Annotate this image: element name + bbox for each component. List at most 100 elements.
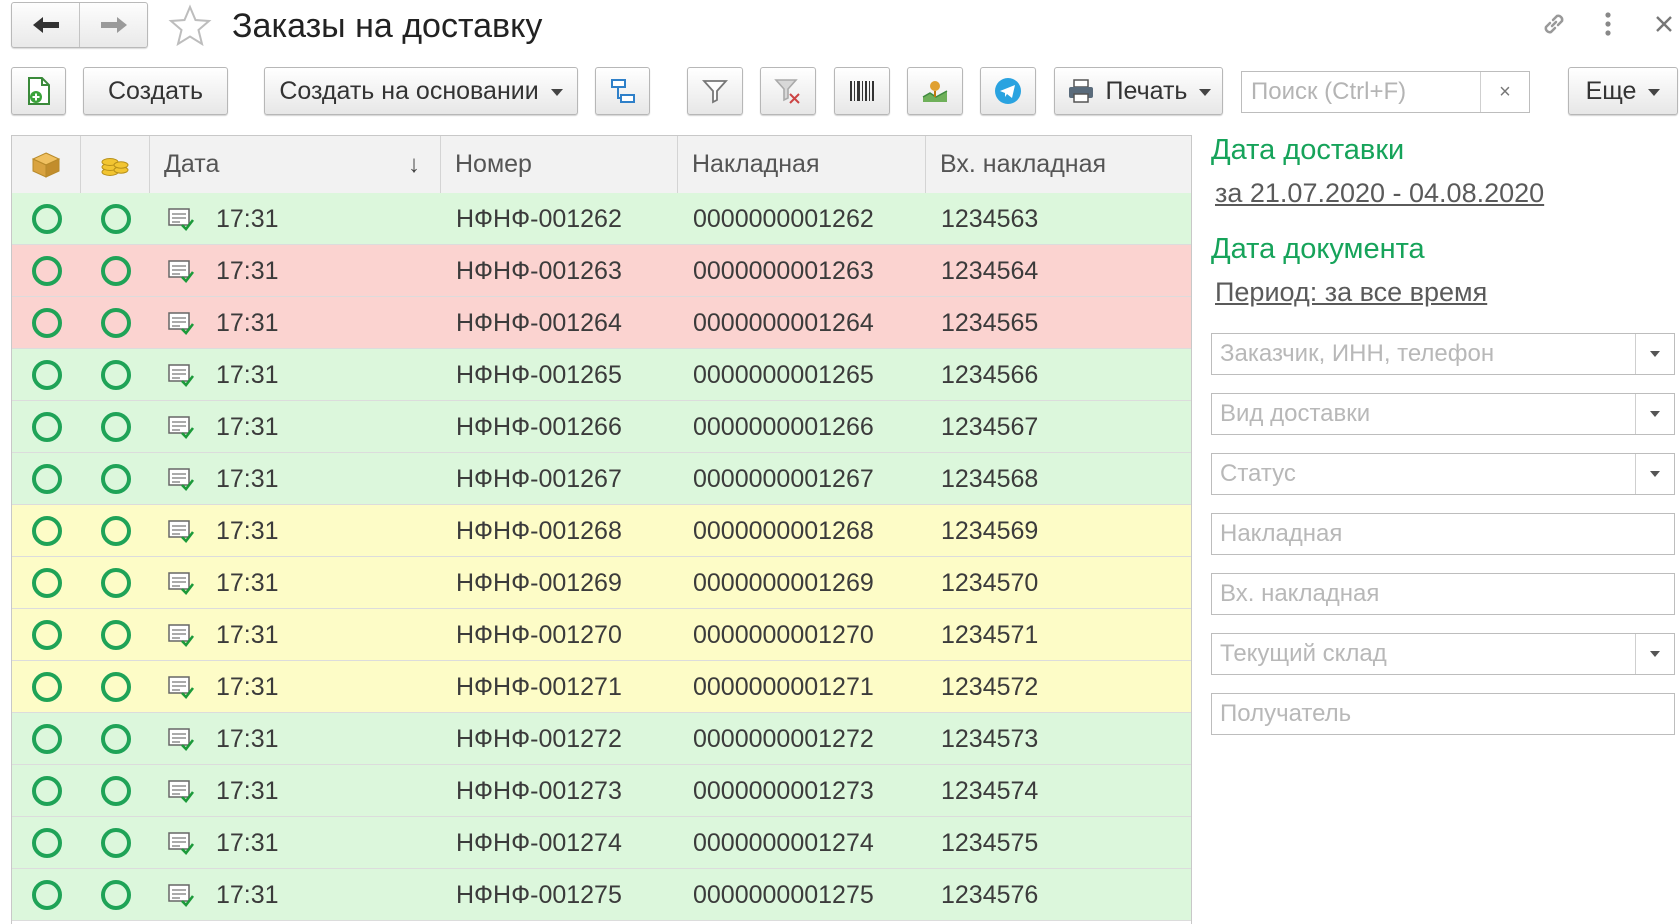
cell-number: НФНФ-001268 — [456, 516, 622, 545]
customer-filter-input[interactable] — [1212, 339, 1612, 369]
cell-invoice: 0000000001263 — [693, 256, 874, 285]
more-label: Еще — [1585, 76, 1637, 105]
posted-document-icon — [166, 297, 196, 349]
search-clear-button[interactable]: × — [1480, 72, 1529, 112]
table-row[interactable]: 17:31 НФНФ-001274 0000000001274 1234575 — [12, 817, 1191, 869]
column-header-date-label: Дата — [164, 150, 220, 178]
box-icon — [31, 151, 61, 178]
table-row[interactable]: 17:31 НФНФ-001268 0000000001268 1234569 — [12, 505, 1191, 557]
payment-status-icon — [101, 193, 131, 245]
table-row[interactable]: 17:31 НФНФ-001262 0000000001262 1234563 — [12, 193, 1191, 245]
filter-clear-icon — [774, 79, 800, 104]
warehouse-filter-input[interactable] — [1212, 639, 1612, 669]
cell-in-invoice: 1234570 — [941, 568, 1039, 597]
back-button[interactable] — [12, 3, 79, 47]
cell-number: НФНФ-001272 — [456, 724, 622, 753]
status-filter-field[interactable] — [1211, 453, 1675, 495]
chevron-down-icon — [1650, 651, 1660, 657]
cell-invoice: 0000000001262 — [693, 204, 874, 233]
table-row[interactable]: 17:31 НФНФ-001269 0000000001269 1234570 — [12, 557, 1191, 609]
table-row[interactable]: 17:31 НФНФ-001270 0000000001270 1234571 — [12, 609, 1191, 661]
table-row[interactable]: 17:31 НФНФ-001264 0000000001264 1234565 — [12, 297, 1191, 349]
cell-in-invoice: 1234575 — [941, 828, 1039, 857]
delivery-date-period-link[interactable]: за 21.07.2020 - 04.08.2020 — [1215, 178, 1544, 209]
favorite-star-icon[interactable] — [168, 4, 212, 48]
invoice-filter-field[interactable] — [1211, 513, 1675, 555]
posted-document-icon — [166, 505, 196, 557]
more-button[interactable]: Еще — [1568, 67, 1678, 115]
link-icon[interactable] — [1536, 6, 1572, 42]
create-button[interactable]: Создать — [83, 67, 228, 115]
payment-status-icon — [101, 349, 131, 401]
forward-button[interactable] — [79, 3, 147, 47]
cell-in-invoice: 1234572 — [941, 672, 1039, 701]
column-header-invoice[interactable]: Накладная — [678, 136, 926, 193]
status-dropdown-button[interactable] — [1635, 454, 1674, 494]
coins-icon — [101, 157, 129, 176]
package-status-icon — [32, 869, 62, 921]
cell-time: 17:31 — [216, 828, 279, 857]
column-header-number[interactable]: Номер — [441, 136, 678, 193]
telegram-button[interactable] — [980, 67, 1036, 115]
package-status-icon — [32, 765, 62, 817]
cell-time: 17:31 — [216, 724, 279, 753]
payment-status-icon — [101, 297, 131, 349]
package-status-icon — [32, 557, 62, 609]
invoice-filter-input[interactable] — [1212, 519, 1612, 549]
posted-document-icon — [166, 557, 196, 609]
in-invoice-filter-input[interactable] — [1212, 579, 1612, 609]
warehouse-filter-field[interactable] — [1211, 633, 1675, 675]
delivery-type-dropdown-button[interactable] — [1635, 394, 1674, 434]
create-copy-button[interactable] — [11, 67, 66, 115]
clear-filter-button[interactable] — [760, 67, 816, 115]
map-icon — [922, 81, 948, 102]
table-row[interactable]: 17:31 НФНФ-001271 0000000001271 1234572 — [12, 661, 1191, 713]
table-row[interactable]: 17:31 НФНФ-001266 0000000001266 1234567 — [12, 401, 1191, 453]
column-header-date[interactable]: Дата ↓ — [150, 136, 441, 193]
in-invoice-filter-field[interactable] — [1211, 573, 1675, 615]
cell-time: 17:31 — [216, 880, 279, 909]
table-row[interactable]: 17:31 НФНФ-001265 0000000001265 1234566 — [12, 349, 1191, 401]
cell-time: 17:31 — [216, 256, 279, 285]
payment-status-icon — [101, 609, 131, 661]
package-status-icon — [32, 505, 62, 557]
package-status-icon — [32, 349, 62, 401]
cell-time: 17:31 — [216, 516, 279, 545]
table-row[interactable]: 17:31 НФНФ-001263 0000000001263 1234564 — [12, 245, 1191, 297]
payment-status-icon — [101, 401, 131, 453]
posted-document-icon — [166, 661, 196, 713]
warehouse-dropdown-button[interactable] — [1635, 634, 1674, 674]
close-icon[interactable] — [1646, 6, 1680, 42]
map-button[interactable] — [907, 67, 963, 115]
recipient-filter-field[interactable] — [1211, 693, 1675, 735]
posted-document-icon — [166, 765, 196, 817]
column-header-payment[interactable] — [81, 136, 150, 193]
table-row[interactable]: 17:31 НФНФ-001267 0000000001267 1234568 — [12, 453, 1191, 505]
table-row[interactable]: 17:31 НФНФ-001273 0000000001273 1234574 — [12, 765, 1191, 817]
customer-dropdown-button[interactable] — [1635, 334, 1674, 374]
more-vertical-icon[interactable] — [1590, 6, 1626, 42]
cell-in-invoice: 1234568 — [941, 464, 1039, 493]
recipient-filter-input[interactable] — [1212, 699, 1612, 729]
filter-button[interactable] — [687, 67, 743, 115]
cell-number: НФНФ-001275 — [456, 880, 622, 909]
cell-invoice: 0000000001270 — [693, 620, 874, 649]
customer-filter-field[interactable] — [1211, 333, 1675, 375]
create-based-on-button[interactable]: Создать на основании — [264, 67, 578, 115]
column-header-in-invoice[interactable]: Вх. накладная — [926, 136, 1191, 193]
search-input[interactable] — [1242, 77, 1493, 107]
table-row[interactable]: 17:31 НФНФ-001275 0000000001275 1234576 — [12, 869, 1191, 921]
search-field[interactable]: × — [1241, 71, 1530, 113]
table-row[interactable]: 17:31 НФНФ-001272 0000000001272 1234573 — [12, 713, 1191, 765]
cell-number: НФНФ-001262 — [456, 204, 622, 233]
print-button[interactable]: Печать — [1054, 67, 1223, 115]
document-date-period-link[interactable]: Период: за все время — [1215, 277, 1487, 308]
package-status-icon — [32, 401, 62, 453]
status-filter-input[interactable] — [1212, 459, 1612, 489]
barcode-button[interactable] — [834, 67, 890, 115]
column-header-package[interactable] — [12, 136, 81, 193]
delivery-type-filter-input[interactable] — [1212, 399, 1612, 429]
structure-button[interactable] — [595, 67, 650, 115]
sort-descending-icon[interactable]: ↓ — [408, 151, 420, 179]
delivery-type-filter-field[interactable] — [1211, 393, 1675, 435]
